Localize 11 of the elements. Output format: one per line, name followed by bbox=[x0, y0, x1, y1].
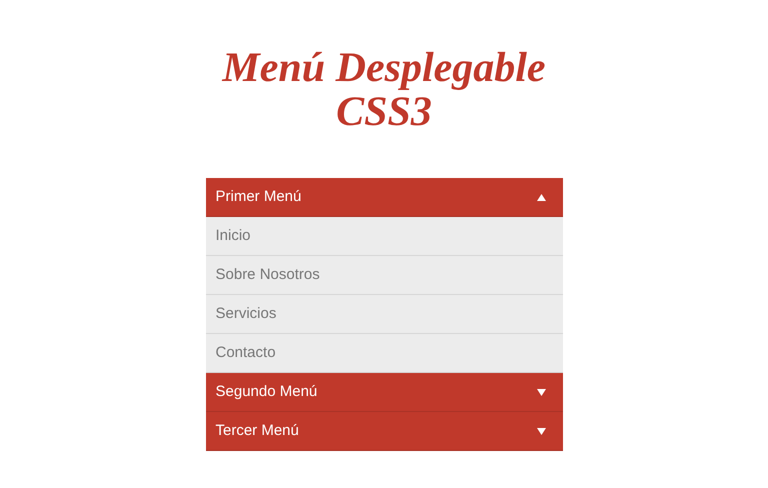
menu-item[interactable]: Contacto bbox=[206, 334, 562, 373]
menu-header[interactable]: Primer Menú bbox=[206, 178, 562, 217]
menu-item[interactable]: Sobre Nosotros bbox=[206, 256, 562, 295]
up-triangle-icon bbox=[536, 194, 546, 200]
page-title: Menú Desplegable CSS3 bbox=[220, 46, 547, 134]
menu-header[interactable]: Tercer Menú bbox=[206, 412, 562, 451]
menu-header[interactable]: Segundo Menú bbox=[206, 373, 562, 412]
menu-item[interactable]: Inicio bbox=[206, 217, 562, 256]
menu-item[interactable]: Servicios bbox=[206, 295, 562, 334]
down-triangle-icon bbox=[536, 428, 546, 434]
down-triangle-icon bbox=[536, 388, 546, 396]
